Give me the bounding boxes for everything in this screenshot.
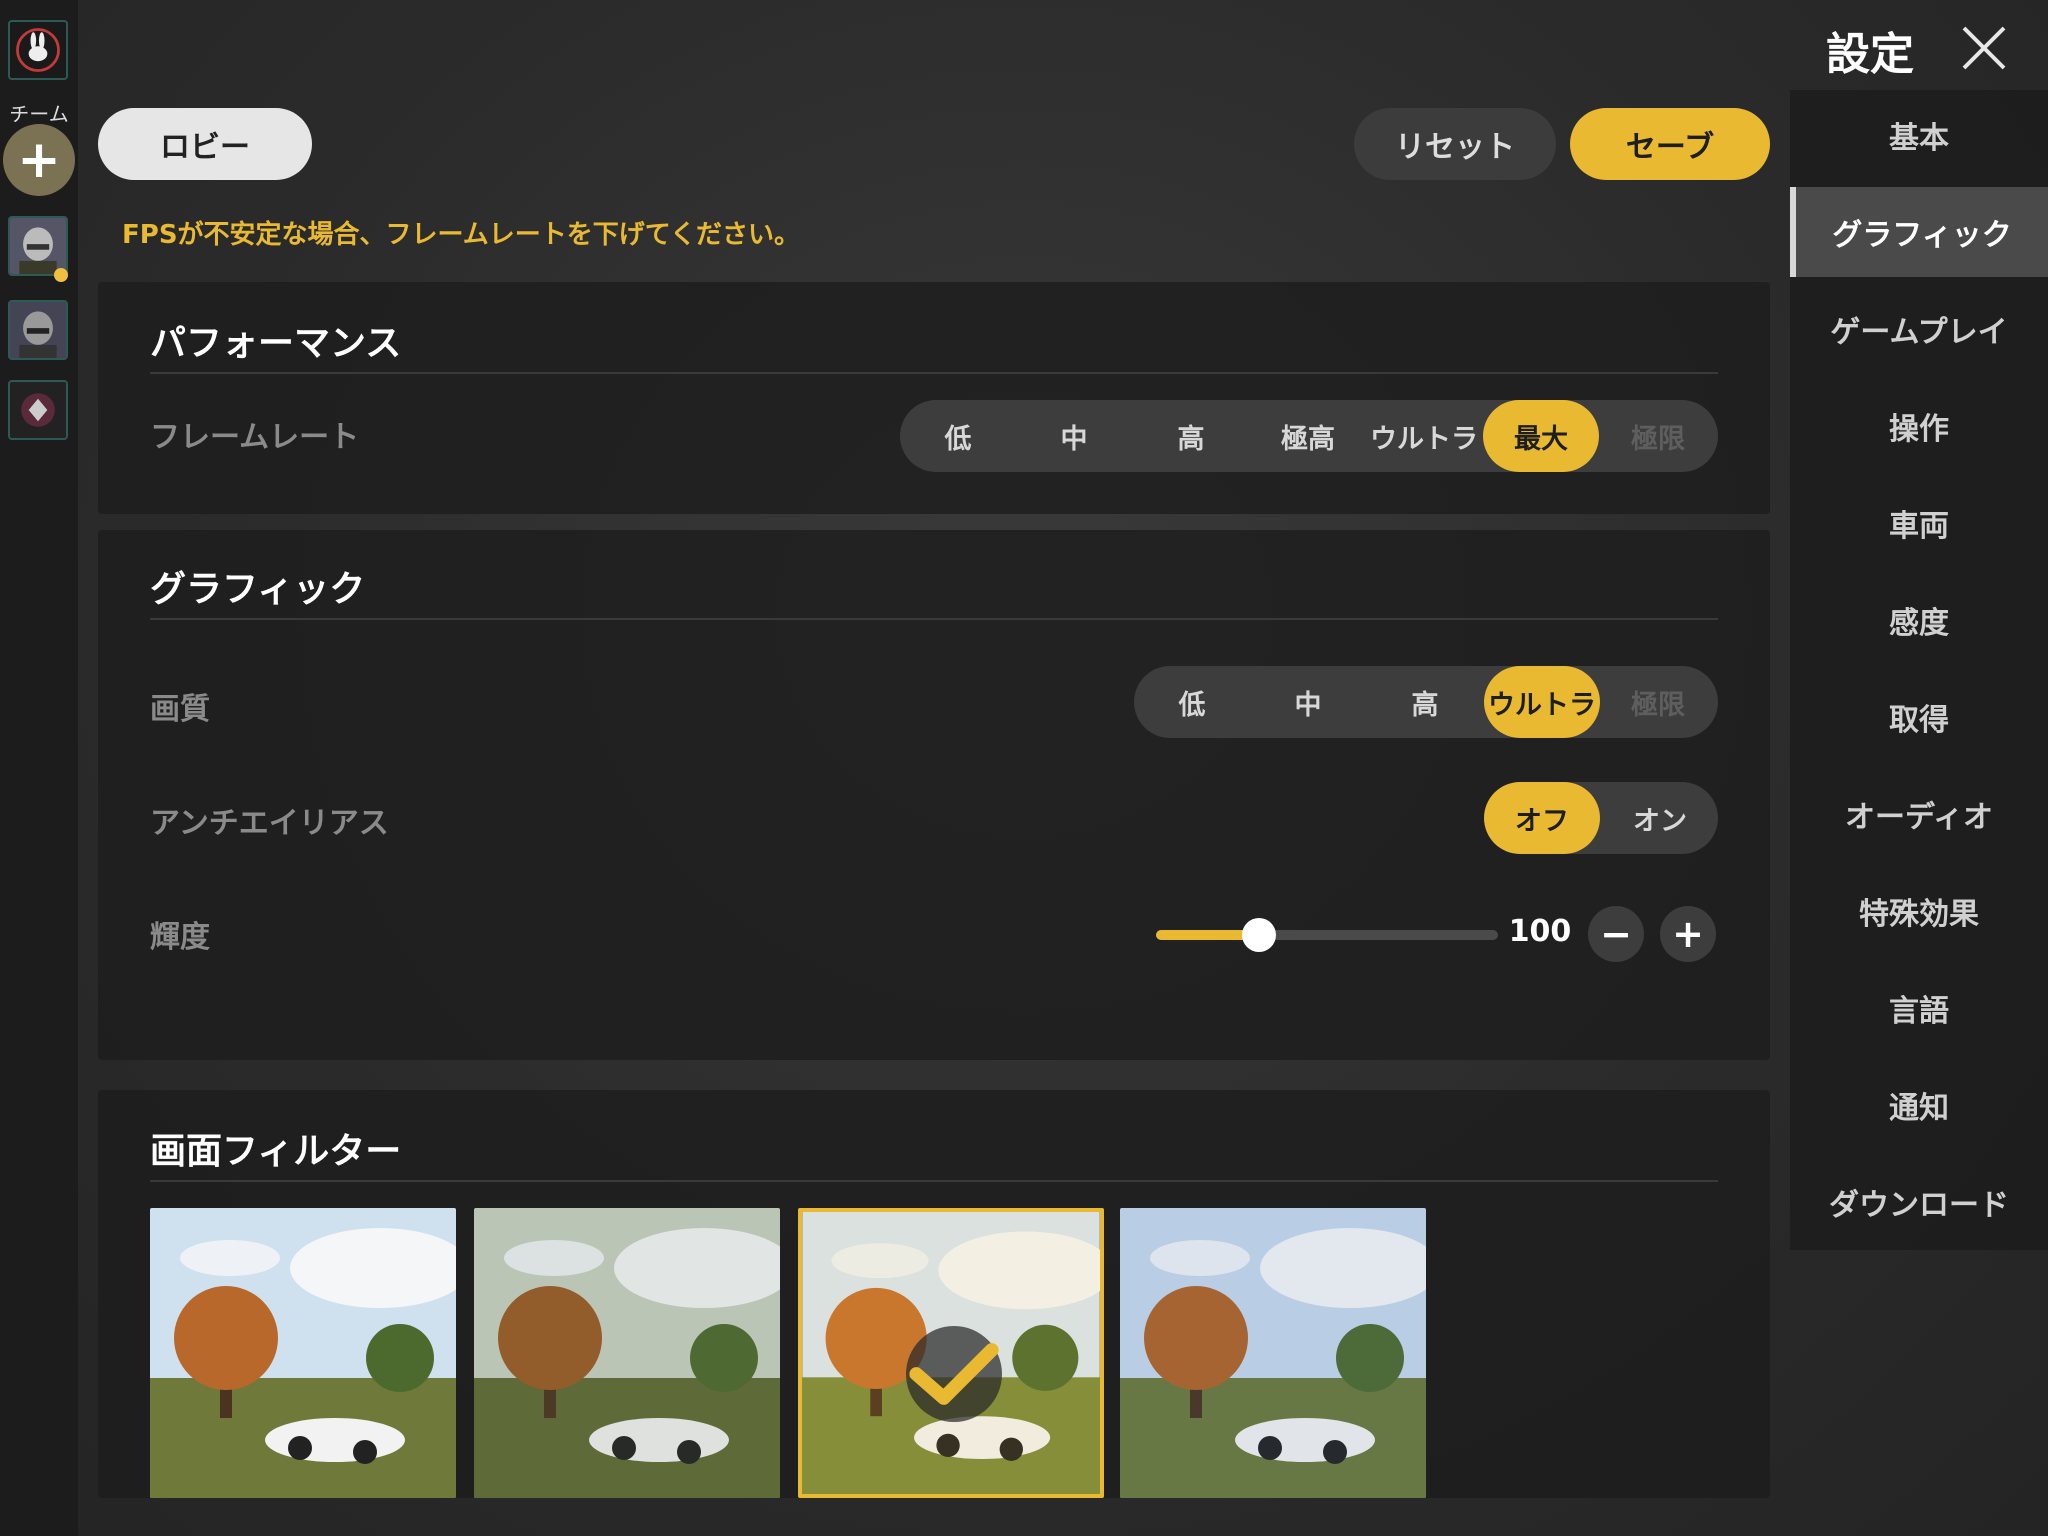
antialias-option-off[interactable]: オフ [1484, 782, 1600, 854]
lobby-button[interactable]: ロビー [98, 108, 312, 180]
framerate-option-high[interactable]: 高 [1133, 400, 1249, 472]
graphics-title: グラフィック [150, 569, 366, 610]
teammate-avatar-3[interactable] [8, 380, 68, 440]
quality-option-medium[interactable]: 中 [1250, 666, 1366, 738]
nav-item-audio[interactable]: オーディオ [1790, 769, 2048, 859]
antialias-label: アンチエイリアス [150, 806, 389, 841]
nav-item-graphics[interactable]: グラフィック [1790, 187, 2048, 277]
teammate-avatar-1[interactable] [8, 216, 68, 276]
quality-selector: 低 中 高 ウルトラ 極限 [1134, 666, 1718, 738]
nav-item-sensitivity[interactable]: 感度 [1790, 575, 2048, 665]
quality-option-high[interactable]: 高 [1367, 666, 1483, 738]
selected-check-badge [906, 1326, 1002, 1422]
close-icon[interactable] [1958, 22, 2010, 74]
antialias-selector: オフ オン [1484, 782, 1718, 854]
settings-title: 設定 [1826, 29, 1914, 80]
filter-thumbnail[interactable] [150, 1208, 456, 1498]
fps-warning-notice: FPSが不安定な場合、フレームレートを下げてください。 [122, 220, 800, 250]
team-rail: チーム + [0, 0, 78, 1536]
brightness-slider-handle[interactable] [1241, 918, 1276, 952]
framerate-option-low[interactable]: 低 [900, 400, 1016, 472]
plus-icon: + [1672, 912, 1704, 956]
nav-item-effects[interactable]: 特殊効果 [1790, 866, 2048, 956]
nav-item-notifications[interactable]: 通知 [1790, 1060, 2048, 1150]
nav-item-language[interactable]: 言語 [1790, 963, 2048, 1053]
brightness-decrease-button[interactable]: − [1588, 906, 1644, 962]
minus-icon: − [1600, 912, 1632, 956]
antialias-option-on[interactable]: オン [1602, 782, 1718, 854]
framerate-selector: 低 中 高 極高 ウルトラ 最大 極限 [900, 400, 1718, 472]
divider [150, 618, 1718, 620]
save-button[interactable]: セーブ [1570, 108, 1770, 180]
nav-item-controls[interactable]: 操作 [1790, 381, 2048, 471]
filter-preview-image [1120, 1208, 1426, 1498]
framerate-option-max[interactable]: 最大 [1483, 400, 1599, 472]
filter-preview-image [150, 1208, 456, 1498]
filter-thumbnail[interactable] [798, 1208, 1104, 1498]
framerate-label: フレームレート [150, 420, 360, 455]
add-team-member-button[interactable]: + [3, 124, 75, 196]
screen-filter-title: 画面フィルター [150, 1131, 402, 1172]
brightness-slider[interactable] [1156, 918, 1498, 952]
quality-label: 画質 [150, 692, 210, 727]
check-icon [909, 1343, 999, 1405]
nav-item-pickup[interactable]: 取得 [1790, 672, 2048, 762]
nav-item-vehicle[interactable]: 車両 [1790, 478, 2048, 568]
framerate-option-very-high[interactable]: 極高 [1250, 400, 1366, 472]
quality-option-ultra[interactable]: ウルトラ [1484, 666, 1600, 738]
helmet-avatar-icon [10, 302, 66, 358]
performance-title: パフォーマンス [150, 323, 402, 364]
plus-icon: + [17, 130, 61, 190]
brightness-label: 輝度 [150, 920, 210, 955]
quality-option-extreme[interactable]: 極限 [1600, 666, 1716, 738]
teammate-avatar-2[interactable] [8, 300, 68, 360]
reset-button[interactable]: リセット [1354, 108, 1556, 180]
framerate-option-extreme[interactable]: 極限 [1600, 400, 1716, 472]
nav-item-gameplay[interactable]: ゲームプレイ [1790, 284, 2048, 374]
divider [150, 372, 1718, 374]
performance-panel: パフォーマンス フレームレート 低 中 高 極高 ウルトラ 最大 極限 [98, 282, 1770, 514]
quality-option-low[interactable]: 低 [1134, 666, 1250, 738]
brightness-increase-button[interactable]: + [1660, 906, 1716, 962]
brightness-value: 100 [1508, 914, 1572, 949]
filter-thumbnail[interactable] [1120, 1208, 1426, 1498]
online-status-dot [54, 268, 68, 282]
emblem-avatar-icon [10, 382, 66, 438]
framerate-option-ultra[interactable]: ウルトラ [1366, 400, 1482, 472]
graphics-panel: グラフィック 画質 低 中 高 ウルトラ 極限 アンチエイリアス オフ オン 輝… [98, 530, 1770, 1060]
player-avatar-rabbit[interactable] [8, 20, 68, 80]
framerate-option-medium[interactable]: 中 [1016, 400, 1132, 472]
nav-item-download[interactable]: ダウンロード [1790, 1157, 2048, 1247]
settings-nav: 基本 グラフィック ゲームプレイ 操作 車両 感度 取得 オーディオ 特殊効果 … [1790, 90, 2048, 1250]
rabbit-icon [10, 22, 66, 78]
helmet-avatar-icon [10, 218, 66, 274]
divider [150, 1180, 1718, 1182]
filter-preview-image [474, 1208, 780, 1498]
nav-item-basic[interactable]: 基本 [1790, 90, 2048, 180]
filter-thumbnail[interactable] [474, 1208, 780, 1498]
team-label: チーム [9, 102, 69, 126]
